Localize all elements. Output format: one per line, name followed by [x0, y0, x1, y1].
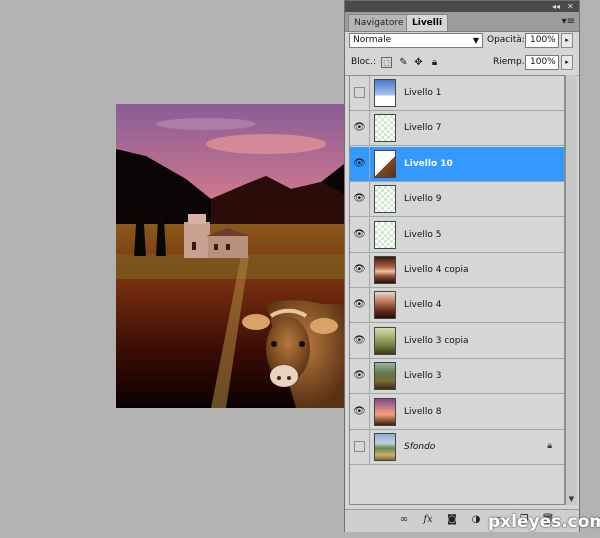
layer-list-scrollbar[interactable]: ▼: [565, 75, 577, 505]
empty-visibility-box: [354, 441, 365, 452]
lock-transparency-icon[interactable]: ⬚: [381, 57, 392, 68]
layer-name[interactable]: Livello 5: [404, 218, 441, 252]
lock-icon: 🔒︎: [547, 441, 552, 451]
layer-thumbnail[interactable]: [374, 362, 396, 391]
layer-row[interactable]: 👁︎ Livello 9: [350, 182, 564, 218]
lock-label: Bloc.:: [351, 57, 377, 67]
layer-row[interactable]: 👁︎ Livello 7: [350, 111, 564, 147]
layer-row[interactable]: 👁︎ Livello 8: [350, 394, 564, 430]
layer-thumbnail[interactable]: [374, 326, 396, 355]
layer-thumbnail[interactable]: [374, 79, 396, 107]
add-mask-icon[interactable]: ◙: [445, 513, 459, 527]
panel-tabbar: Navigatore Livelli ▾≡: [345, 12, 579, 32]
eye-icon: 👁︎: [353, 299, 366, 311]
layer-row[interactable]: 👁︎ Livello 4: [350, 288, 564, 324]
visibility-toggle[interactable]: [350, 430, 370, 464]
layer-thumbnail[interactable]: [374, 114, 396, 143]
layer-name[interactable]: Livello 1: [404, 76, 441, 110]
layer-name[interactable]: Livello 3 copia: [404, 324, 469, 358]
layer-thumbnail[interactable]: [374, 220, 396, 249]
layer-row[interactable]: 👁︎ Livello 3: [350, 359, 564, 395]
eye-icon: 👁︎: [353, 228, 366, 240]
layer-row[interactable]: 👁︎ Livello 4 copia: [350, 253, 564, 288]
layers-panel: ◂◂ ✕ Navigatore Livelli ▾≡ Normale ▼ Opa…: [344, 0, 580, 532]
visibility-toggle[interactable]: 👁︎: [350, 323, 370, 358]
visibility-toggle[interactable]: 👁︎: [350, 146, 370, 181]
layer-thumbnail[interactable]: [374, 256, 396, 284]
visibility-toggle[interactable]: 👁︎: [350, 217, 370, 252]
fill-input[interactable]: 100%: [525, 55, 559, 70]
layer-name[interactable]: Livello 10: [404, 147, 453, 181]
layer-thumbnail[interactable]: [374, 291, 396, 320]
lock-move-icon[interactable]: ✥: [413, 57, 424, 68]
layer-style-icon[interactable]: fx: [421, 513, 435, 527]
blend-mode-value: Normale: [353, 35, 392, 45]
eye-icon: 👁︎: [353, 157, 366, 169]
blend-mode-select[interactable]: Normale ▼: [349, 33, 483, 48]
opacity-input[interactable]: 100%: [525, 33, 559, 48]
opacity-label: Opacità:: [487, 35, 525, 45]
empty-visibility-box: [354, 87, 365, 98]
visibility-toggle[interactable]: [350, 76, 370, 110]
layer-row[interactable]: 👁︎ Livello 10: [350, 146, 564, 182]
eye-icon: 👁︎: [353, 122, 366, 134]
eye-icon: 👁︎: [353, 334, 366, 346]
layer-thumbnail[interactable]: [374, 433, 396, 461]
layer-name[interactable]: Livello 4 copia: [404, 253, 469, 287]
close-icon[interactable]: ✕: [567, 2, 574, 11]
layer-name[interactable]: Livello 3: [404, 359, 441, 393]
layer-name[interactable]: Sfondo: [404, 430, 435, 464]
opacity-slider-button[interactable]: ▸: [561, 33, 573, 48]
layer-thumbnail[interactable]: [374, 185, 396, 214]
tab-layers[interactable]: Livelli: [406, 14, 449, 31]
collapse-icon[interactable]: ◂◂: [552, 2, 560, 11]
document-canvas[interactable]: [116, 104, 344, 408]
visibility-toggle[interactable]: 👁︎: [350, 253, 370, 287]
visibility-toggle[interactable]: 👁︎: [350, 182, 370, 217]
fill-slider-button[interactable]: ▸: [561, 55, 573, 70]
visibility-toggle[interactable]: 👁︎: [350, 394, 370, 429]
layer-row[interactable]: Sfondo 🔒︎: [350, 430, 564, 465]
panel-titlebar: ◂◂ ✕: [345, 1, 579, 12]
panel-menu-icon[interactable]: ▾≡: [562, 16, 575, 27]
layer-row[interactable]: 👁︎ Livello 3 copia: [350, 323, 564, 359]
eye-icon: 👁︎: [353, 370, 366, 382]
layer-row[interactable]: 👁︎ Livello 5: [350, 217, 564, 253]
artwork-image: [116, 104, 344, 408]
layer-name[interactable]: Livello 7: [404, 111, 441, 145]
visibility-toggle[interactable]: 👁︎: [350, 288, 370, 323]
layer-thumbnail[interactable]: [374, 149, 396, 178]
link-layers-icon[interactable]: ∞: [397, 513, 411, 527]
layer-name[interactable]: Livello 9: [404, 182, 441, 216]
layer-name[interactable]: Livello 4: [404, 288, 441, 322]
scroll-down-icon[interactable]: ▼: [566, 494, 577, 505]
lock-fill-row: Bloc.: ⬚ ✎ ✥ 🔒︎ Riemp.: 100% ▸: [345, 53, 579, 76]
layer-row[interactable]: Livello 1: [350, 76, 564, 111]
layer-name[interactable]: Livello 8: [404, 395, 441, 429]
layer-options-row: Normale ▼ Opacità: 100% ▸: [345, 31, 579, 53]
fill-label: Riemp.:: [493, 57, 528, 67]
tab-navigator[interactable]: Navigatore: [348, 14, 410, 31]
eye-icon: 👁︎: [353, 264, 366, 275]
visibility-toggle[interactable]: 👁︎: [350, 359, 370, 394]
chevron-down-icon: ▼: [472, 36, 479, 45]
adjustment-layer-icon[interactable]: ◑: [469, 513, 483, 527]
lock-all-icon[interactable]: 🔒︎: [429, 57, 440, 68]
layer-list: Livello 1 👁︎ Livello 7 👁︎ Livello 10 👁︎ Livell…: [349, 75, 565, 505]
visibility-toggle[interactable]: 👁︎: [350, 111, 370, 146]
eye-icon: 👁︎: [353, 193, 366, 205]
watermark-logo: pxleyes.com: [488, 512, 600, 532]
layer-thumbnail[interactable]: [374, 397, 396, 426]
lock-brush-icon[interactable]: ✎: [398, 57, 409, 68]
eye-icon: 👁︎: [353, 405, 366, 417]
